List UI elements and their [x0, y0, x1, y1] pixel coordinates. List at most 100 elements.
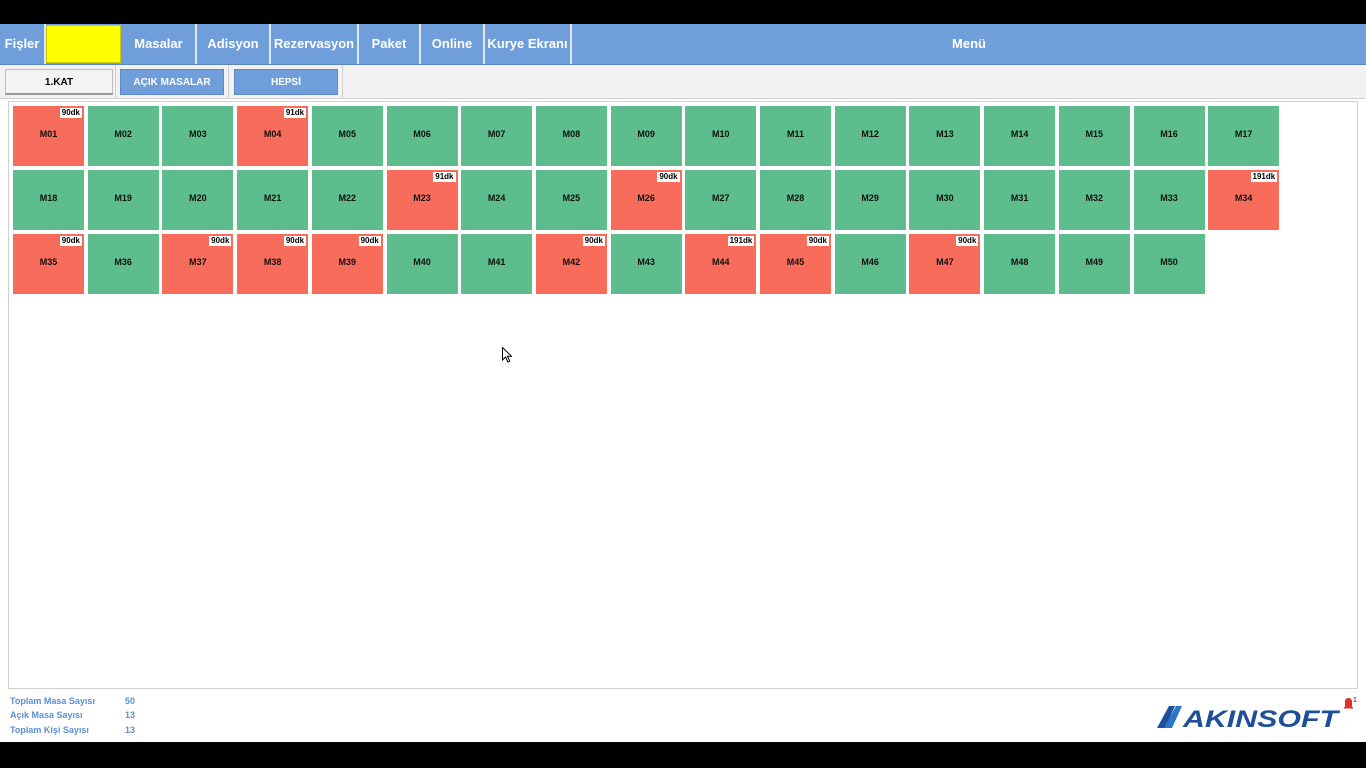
tab-floor-1[interactable]: 1.KAT	[5, 69, 113, 95]
table-tile[interactable]: M02	[87, 106, 159, 166]
menu-adisyon-button[interactable]: Adisyon	[197, 24, 271, 64]
table-tile[interactable]: M39 90dk	[311, 234, 383, 294]
table-open-duration-badge: 90dk	[59, 108, 82, 118]
table-tile[interactable]: M10	[685, 106, 757, 166]
table-tile[interactable]: M12	[834, 106, 906, 166]
table-tile[interactable]: M46	[834, 234, 906, 294]
table-tile[interactable]: M48	[984, 234, 1056, 294]
table-tile[interactable]: M30	[909, 170, 981, 230]
table-tile[interactable]: M26 90dk	[610, 170, 682, 230]
table-name: M36	[114, 257, 132, 267]
table-tile[interactable]: M16	[1133, 106, 1205, 166]
table-tile[interactable]: M42 90dk	[535, 234, 607, 294]
tab-all-tables[interactable]: HEPSİ	[234, 69, 338, 95]
table-name: M38	[263, 257, 282, 267]
table-tile[interactable]: M03	[162, 106, 234, 166]
stat-total-tables-label: Toplam Masa Sayısı	[10, 696, 95, 706]
tab-divider	[115, 65, 116, 98]
table-tile[interactable]: M47 90dk	[909, 234, 981, 294]
mouse-pointer-icon	[502, 347, 512, 363]
table-tile[interactable]: M25	[535, 170, 607, 230]
table-tile[interactable]: M38 90dk	[237, 234, 309, 294]
table-tile[interactable]: M18	[13, 170, 84, 230]
table-tile[interactable]: M35 90dk	[13, 234, 84, 294]
table-name: M08	[562, 129, 581, 139]
table-name: M24	[487, 193, 506, 203]
table-tile[interactable]: M31	[984, 170, 1056, 230]
table-tile[interactable]: M04 91dk	[237, 106, 309, 166]
menu-fisler-button[interactable]: Fişler	[0, 24, 46, 64]
table-name: M32	[1085, 193, 1104, 203]
table-name: M46	[861, 257, 879, 267]
stat-total-tables-value: 50	[125, 696, 136, 706]
table-tile[interactable]: M49	[1058, 234, 1130, 294]
table-name: M18	[39, 193, 58, 203]
menu-online-button[interactable]: Online	[421, 24, 485, 64]
bell-icon[interactable]: 1	[1342, 696, 1358, 710]
table-tile[interactable]: M44 191dk	[685, 234, 757, 294]
table-tile[interactable]: M15	[1058, 106, 1130, 166]
table-open-duration-badge: 191dk	[727, 236, 755, 246]
menu-rezervasyon-button[interactable]: Rezervasyon	[271, 24, 359, 64]
table-tile[interactable]: M50	[1133, 234, 1205, 294]
table-name: M50	[1160, 257, 1178, 267]
table-open-duration-badge: 90dk	[582, 236, 605, 246]
table-name: M48	[1010, 257, 1029, 267]
table-tile[interactable]: M22	[311, 170, 383, 230]
table-tile[interactable]: M11	[760, 106, 831, 166]
table-tile[interactable]: M20	[162, 170, 234, 230]
table-tile[interactable]: M24	[461, 170, 533, 230]
table-tile[interactable]: M29	[834, 170, 906, 230]
table-tile[interactable]: M06	[386, 106, 458, 166]
table-name: M01	[39, 129, 58, 139]
table-tile[interactable]: M37 90dk	[162, 234, 234, 294]
table-tile[interactable]: M05	[311, 106, 383, 166]
table-tile[interactable]: M41	[461, 234, 533, 294]
menu-masalar-button[interactable]: Masalar	[122, 24, 197, 64]
table-tile[interactable]: M36	[87, 234, 159, 294]
table-tile[interactable]: M33	[1133, 170, 1205, 230]
table-name: M40	[413, 257, 431, 267]
stat-open-tables-value: 13	[125, 710, 136, 720]
table-tile[interactable]: M28	[760, 170, 831, 230]
table-tile[interactable]: M14	[984, 106, 1056, 166]
table-name: M30	[936, 193, 954, 203]
table-tile[interactable]: M27	[685, 170, 757, 230]
quick-search-input[interactable]	[46, 25, 121, 63]
table-tile[interactable]: M23 91dk	[386, 170, 458, 230]
table-tile[interactable]: M45 90dk	[760, 234, 831, 294]
table-tile[interactable]: M09	[610, 106, 682, 166]
table-grid-panel: M01 90dk M02 M03 M04 91dk M05 M06 M07 M08 M09 M10 M1…	[8, 101, 1358, 689]
table-tile[interactable]: M13	[909, 106, 981, 166]
menu-paket-button[interactable]: Paket	[359, 24, 421, 64]
table-name: M29	[861, 193, 879, 203]
table-name: M34	[1234, 193, 1253, 203]
table-tile[interactable]: M07	[461, 106, 533, 166]
table-tile[interactable]: M40	[386, 234, 458, 294]
table-name: M06	[413, 129, 431, 139]
table-open-duration-badge: 191dk	[1250, 172, 1278, 182]
table-name: M15	[1085, 129, 1104, 139]
table-name: M14	[1010, 129, 1029, 139]
table-name: M35	[39, 257, 58, 267]
table-tile[interactable]: M19	[87, 170, 159, 230]
table-name: M31	[1010, 193, 1029, 203]
table-tile[interactable]: M01 90dk	[13, 106, 84, 166]
stat-open-tables-label: Açık Masa Sayısı	[10, 710, 83, 720]
tab-open-tables[interactable]: AÇIK MASALAR	[120, 69, 224, 95]
table-name: M10	[712, 129, 730, 139]
table-tile[interactable]: M34 191dk	[1208, 170, 1280, 230]
notification-count: 1	[1353, 697, 1357, 704]
table-open-duration-badge: 90dk	[209, 236, 232, 246]
menu-kurye-ekrani-button[interactable]: Kurye Ekranı	[485, 24, 572, 64]
table-open-duration-badge: 90dk	[358, 236, 381, 246]
table-tile[interactable]: M08	[535, 106, 607, 166]
table-tile[interactable]: M17	[1208, 106, 1280, 166]
table-tile[interactable]: M32	[1058, 170, 1130, 230]
akinsoft-logo-icon: AKINSOFT	[1157, 706, 1341, 733]
tab-divider	[342, 65, 343, 98]
menu-main-button[interactable]: Menü	[572, 24, 1366, 64]
table-tile[interactable]: M43	[610, 234, 682, 294]
table-name: M23	[413, 193, 431, 203]
table-tile[interactable]: M21	[237, 170, 309, 230]
